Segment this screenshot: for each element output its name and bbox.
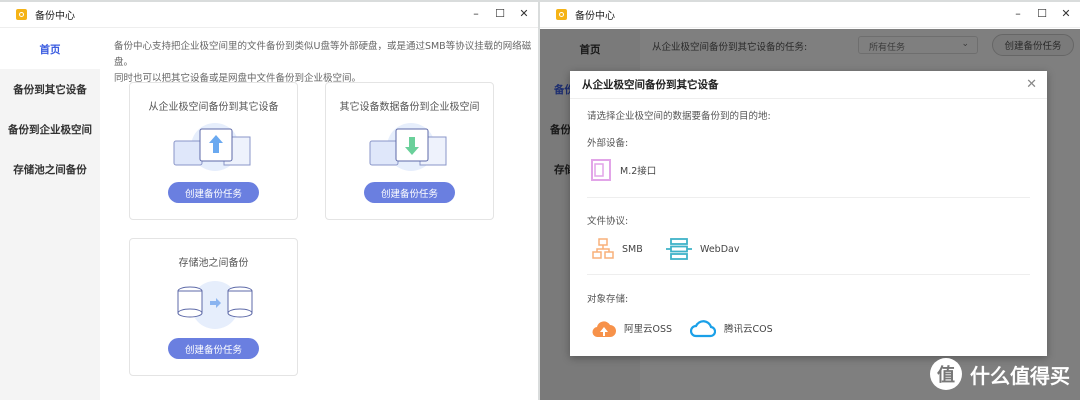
network-icon: [592, 238, 614, 259]
create-backup-task-button[interactable]: 创建备份任务: [168, 182, 259, 203]
left-window: 备份中心 – ☐ ✕ 首页 备份到其它设备 备份到企业极空间 存储池之间备份 备份中…: [0, 2, 538, 400]
option-label: SMB: [622, 243, 643, 255]
intro-text: 备份中心支持把企业极空间里的文件备份到类似U盘等外部硬盘，或是通过SMB等协议挂…: [114, 39, 534, 87]
main-content: 备份中心支持把企业极空间里的文件备份到类似U盘等外部硬盘，或是通过SMB等协议挂…: [100, 29, 538, 400]
maximize-button[interactable]: ☐: [1036, 7, 1048, 20]
minimize-button[interactable]: –: [470, 7, 482, 20]
card-title: 其它设备数据备份到企业极空间: [339, 102, 480, 113]
option-label: WebDav: [700, 243, 740, 255]
intro-line: 备份中心支持把企业极空间里的文件备份到类似U盘等外部硬盘，或是通过SMB等协议挂…: [114, 41, 532, 68]
option-label: 腾讯云COS: [724, 324, 773, 335]
sidebar: 首页 备份到其它设备 备份到企业极空间 存储池之间备份: [0, 29, 100, 400]
sidebar-item-backup-to-other[interactable]: 备份到其它设备: [0, 69, 100, 109]
upload-illustration-icon: [173, 123, 251, 171]
section-label-object-storage: 对象存储:: [587, 294, 629, 305]
dialog-header: 从企业极空间备份到其它设备 ✕: [570, 71, 1047, 99]
tencent-cloud-icon: [690, 320, 716, 338]
card-title: 存储池之间备份: [178, 258, 249, 269]
option-tencent-cos[interactable]: 腾讯云COS: [690, 318, 773, 338]
window-title: 备份中心: [575, 11, 615, 22]
sidebar-item-backup-to-space[interactable]: 备份到企业极空间: [0, 109, 100, 149]
title-bar: 备份中心 – ☐ ✕: [540, 2, 1080, 28]
card-backup-to-other: 从企业极空间备份到其它设备 创建备份任务: [129, 82, 298, 220]
watermark-logo: 值: [930, 358, 962, 390]
watermark: 值 什么值得买: [930, 358, 1070, 390]
right-window: 备份中心 –☐✕ 首页 备份 备份 存储 从企业极空间备份到其它设备的任务: 所…: [540, 2, 1080, 400]
close-button[interactable]: ✕: [1060, 7, 1072, 20]
dialog-title: 从企业极空间备份到其它设备: [582, 79, 719, 91]
section-label-external: 外部设备:: [587, 138, 629, 149]
close-icon[interactable]: ✕: [1026, 77, 1037, 92]
storage-pool-illustration-icon: [177, 281, 253, 329]
divider: [587, 197, 1030, 198]
card-title: 从企业极空间备份到其它设备: [148, 102, 279, 113]
close-button[interactable]: ✕: [518, 7, 530, 20]
sidebar-item-home[interactable]: 首页: [0, 29, 100, 69]
dialog-prompt: 请选择企业极空间的数据要备份到的目的地:: [587, 111, 771, 122]
option-label: M.2接口: [620, 166, 657, 177]
card-pool-backup: 存储池之间备份 创建备份任务: [129, 238, 298, 376]
create-backup-task-button[interactable]: 创建备份任务: [364, 182, 455, 203]
divider: [587, 274, 1030, 275]
section-label-protocol: 文件协议:: [587, 216, 629, 227]
create-backup-task-button[interactable]: 创建备份任务: [168, 338, 259, 359]
minimize-button[interactable]: –: [1012, 7, 1024, 20]
option-aliyun-oss[interactable]: 阿里云OSS: [592, 318, 672, 338]
sidebar-item-pool-backup[interactable]: 存储池之间备份: [0, 149, 100, 189]
title-bar: 备份中心 – ☐ ✕: [0, 2, 538, 28]
aliyun-cloud-icon: [592, 321, 616, 338]
server-icon: [666, 238, 692, 260]
app-logo-icon: [556, 9, 567, 20]
watermark-text: 什么值得买: [970, 363, 1070, 388]
option-label: 阿里云OSS: [624, 324, 673, 335]
app-logo-icon: [16, 9, 27, 20]
maximize-button[interactable]: ☐: [494, 7, 506, 20]
m2-drive-icon: [591, 159, 611, 181]
download-illustration-icon: [369, 123, 447, 171]
card-backup-to-space: 其它设备数据备份到企业极空间 创建备份任务: [325, 82, 494, 220]
option-webdav[interactable]: WebDav: [666, 238, 739, 260]
option-m2[interactable]: M.2接口: [590, 159, 656, 181]
option-smb[interactable]: SMB: [592, 238, 643, 260]
destination-dialog: 从企业极空间备份到其它设备 ✕ 请选择企业极空间的数据要备份到的目的地: 外部设备…: [570, 71, 1047, 356]
window-title: 备份中心: [35, 11, 75, 22]
